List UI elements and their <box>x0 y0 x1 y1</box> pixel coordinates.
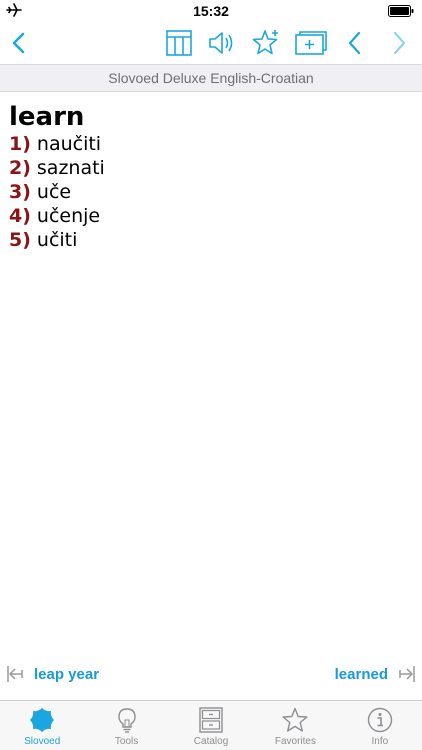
tab-favorites[interactable]: Favorites <box>253 701 337 750</box>
next-word-icon <box>399 666 415 682</box>
sense-number: 5) <box>9 229 31 251</box>
previous-entry-button[interactable] <box>338 26 372 60</box>
previous-word-label[interactable]: leap year <box>34 666 99 683</box>
tab-label: Slovoed <box>24 736 61 747</box>
tab-label: Favorites <box>274 736 316 747</box>
back-button[interactable] <box>2 26 36 60</box>
prev-icon <box>348 31 361 55</box>
sense-number: 3) <box>9 181 31 203</box>
sense-item: 5) učiti <box>9 228 413 252</box>
battery-icon <box>388 5 414 17</box>
add-card-button[interactable] <box>294 26 328 60</box>
sense-item: 2) saznati <box>9 156 413 180</box>
cabinet-icon <box>198 707 224 733</box>
sense-number: 4) <box>9 205 31 227</box>
sense-text[interactable]: učiti <box>37 229 78 251</box>
tab-label: Catalog <box>193 736 229 747</box>
table-icon <box>166 30 192 56</box>
dictionary-title: Slovoed Deluxe English-Croatian <box>108 70 314 86</box>
sense-number: 1) <box>9 133 31 155</box>
status-bar: 15:32 <box>0 0 422 22</box>
info-icon <box>367 707 393 733</box>
star-icon <box>282 707 308 733</box>
next-word-label[interactable]: learned <box>335 666 388 683</box>
tab-info[interactable]: Info <box>338 701 422 750</box>
headword: learn <box>9 102 85 132</box>
speaker-icon <box>209 32 233 54</box>
tab-label: Info <box>371 736 389 747</box>
tab-label: Tools <box>114 736 139 747</box>
sense-text[interactable]: naučiti <box>37 133 101 155</box>
sense-number: 2) <box>9 157 31 179</box>
table-button[interactable] <box>162 26 196 60</box>
next-icon <box>393 31 406 55</box>
sense-text[interactable]: učenje <box>37 205 100 227</box>
tab-catalog[interactable]: Catalog <box>169 701 253 750</box>
previous-word-link[interactable]: leap year <box>6 664 99 684</box>
toolbar <box>0 22 422 64</box>
sense-text[interactable]: saznati <box>37 157 105 179</box>
previous-word-icon <box>7 666 23 682</box>
next-word-link[interactable]: learned <box>335 664 416 684</box>
sense-text[interactable]: uče <box>37 181 71 203</box>
tab-bar: Slovoed Tools Catalog Favorites Info <box>0 700 422 750</box>
slovoed-icon <box>29 707 55 733</box>
favorite-star-icon <box>252 30 278 55</box>
tab-slovoed[interactable]: Slovoed <box>0 701 84 750</box>
pronounce-button[interactable] <box>205 26 239 60</box>
next-entry-button[interactable] <box>382 26 416 60</box>
back-icon <box>12 32 25 54</box>
add-card-icon <box>295 31 327 55</box>
sense-item: 4) učenje <box>9 204 413 228</box>
sense-item: 3) uče <box>9 180 413 204</box>
entry-navigation: leap year learned <box>0 660 422 690</box>
sense-item: 1) naučiti <box>9 132 413 156</box>
add-favorite-button[interactable] <box>249 26 283 60</box>
status-time: 15:32 <box>193 3 229 19</box>
tab-tools[interactable]: Tools <box>84 701 168 750</box>
lightbulb-icon <box>114 707 140 733</box>
entry-content: learn 1) naučiti 2) saznati 3) uče 4) učenje… <box>0 92 422 652</box>
dictionary-title-bar: Slovoed Deluxe English-Croatian <box>0 64 422 92</box>
